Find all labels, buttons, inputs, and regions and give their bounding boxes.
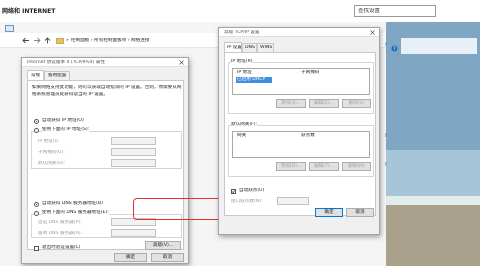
manual-ip-radio[interactable] (34, 128, 39, 133)
column-subnet-mask: 子网掩码 (301, 70, 320, 75)
auto-metric-checkbox[interactable] (231, 189, 236, 194)
settings-search-box[interactable]: 查找设置 (354, 5, 436, 17)
column-gateway: 网关 (237, 133, 247, 138)
auto-ip-radio[interactable] (34, 119, 39, 124)
tab-dns[interactable]: DNS (242, 43, 257, 52)
window-icon (5, 25, 14, 32)
tcpip-ip-settings-panel: IP 地址(R) IP 地址 子网掩码 已启用 DHCP 添加(A)... 编辑… (224, 52, 376, 216)
ipv4-title: Internet 协议版本 4 (TCP/IPv4) 属性 (27, 60, 105, 65)
ipv4-general-panel: 如果网络支持此功能，则可以获取自动指派的 IP 设置。否则，你需要从网 络系统管… (27, 80, 184, 251)
manual-ip-label: 使用下面的 IP 地址(S): (42, 127, 90, 133)
gateway-input[interactable] (111, 159, 156, 167)
address-path[interactable]: 控制面板 › 所有控制面板项 › 网络连接 (71, 38, 191, 44)
edit-gateway-button[interactable]: 编辑(T)... (309, 162, 339, 171)
help-mark-3[interactable]: ? (384, 162, 387, 168)
close-icon[interactable] (370, 30, 375, 35)
validate-label: 退出时验证设置(L) (42, 245, 81, 250)
ipv4-cancel-button[interactable]: 取消 (151, 253, 184, 262)
alternate-dns-input[interactable] (111, 229, 156, 237)
checkmark-icon (232, 190, 235, 193)
subnet-mask-label: 子网掩码(U): (38, 150, 65, 155)
subnet-mask-input[interactable] (111, 148, 156, 156)
help-mark-1[interactable]: ? (384, 42, 387, 48)
ip-address-input[interactable] (111, 137, 156, 145)
default-gateway-list[interactable]: 网关 跃点数 (232, 131, 370, 158)
forward-arrow-icon[interactable] (33, 37, 41, 44)
manual-dns-label: 使用下面的 DNS 服务器地址(E): (42, 210, 109, 216)
settings-search-placeholder: 查找设置 (358, 8, 381, 14)
tab-alternate-config[interactable]: 备用配置 (44, 71, 70, 80)
network-folder-icon (56, 38, 64, 44)
default-gateway-group-label: 默认网关(F): (231, 122, 258, 128)
ipv4-ok-button[interactable]: 确定 (114, 253, 147, 262)
settings-title: 网络和 INTERNET (2, 8, 56, 15)
delete-gateway-button[interactable]: 删除(M) (342, 162, 371, 171)
delete-ip-button[interactable]: 删除(V) (342, 99, 371, 108)
close-icon[interactable] (179, 60, 184, 65)
tcpip-cancel-button[interactable]: 取消 (346, 208, 374, 217)
preferred-dns-label: 首选 DNS 服务器(P): (38, 220, 82, 225)
add-gateway-button[interactable]: 添加(D)... (276, 162, 306, 171)
edit-ip-button[interactable]: 编辑(E)... (309, 99, 339, 108)
tab-general-label: 常规 (31, 73, 41, 78)
up-arrow-icon[interactable] (44, 37, 51, 44)
help-mark-2[interactable]: ? (384, 133, 387, 139)
path-prefix: » (66, 38, 69, 43)
interface-metric-input[interactable] (277, 197, 309, 205)
ipv4-intro-line-2: 络系统管理员处获得适当的 IP 设置。 (32, 92, 108, 97)
interface-metric-label: 接口跃点数(N): (231, 199, 263, 204)
tcpip-title: 高级 TCP/IP 设置 (224, 30, 260, 35)
help-icon[interactable]: ? (391, 45, 398, 52)
tab-wins[interactable]: WINS (257, 43, 274, 52)
auto-dns-radio[interactable] (34, 202, 39, 207)
desktop-sky (385, 0, 480, 150)
auto-dns-label: 自动获得 DNS 服务器地址(B) (42, 201, 103, 206)
tab-general[interactable]: 常规 (27, 70, 44, 80)
auto-metric-label: 自动跃点(U) (239, 188, 265, 193)
auto-ip-label: 自动获得 IP 地址(O) (42, 118, 84, 123)
tab-wins-label: WINS (260, 45, 273, 50)
back-arrow-icon[interactable] (22, 37, 30, 44)
ip-address-group-label: IP 地址(R) (231, 59, 253, 65)
tab-ip-settings[interactable]: IP 设置 (224, 42, 242, 52)
advanced-tcpip-dialog: 高级 TCP/IP 设置 IP 设置 DNS WINS IP 地址(R) IP … (218, 27, 380, 235)
tab-ip-settings-label: IP 设置 (227, 45, 242, 50)
column-ip-address: IP 地址 (237, 70, 252, 75)
alternate-dns-label: 备用 DNS 服务器(A): (38, 231, 83, 236)
validate-checkbox[interactable] (34, 246, 39, 251)
tab-alternate-label: 备用配置 (48, 73, 67, 78)
advanced-button[interactable]: 高级(V)... (145, 241, 181, 250)
tcpip-ok-button[interactable]: 确定 (315, 208, 343, 217)
dhcp-entry-label: 已启用 DHCP (237, 77, 266, 82)
ip-address-list[interactable]: IP 地址 子网掩码 已启用 DHCP (232, 68, 370, 95)
desktop-background (385, 0, 480, 266)
ip-address-label: IP 地址(I): (38, 139, 60, 144)
desktop-sky-bright (401, 38, 477, 54)
desktop-beach (385, 205, 480, 266)
ipv4-intro-line-1: 如果网络支持此功能，则可以获取自动指派的 IP 设置。否则，你需要从网 (32, 85, 182, 90)
dhcp-entry-row[interactable]: 已启用 DHCP (236, 77, 272, 83)
tab-dns-label: DNS (245, 45, 255, 50)
column-metric: 跃点数 (301, 133, 315, 138)
add-ip-button[interactable]: 添加(A)... (276, 99, 306, 108)
manual-dns-radio[interactable] (34, 211, 39, 216)
gateway-label: 默认网关(D): (38, 161, 66, 166)
ipv4-properties-dialog: Internet 协议版本 4 (TCP/IPv4) 属性 常规 备用配置 如果… (21, 57, 189, 264)
